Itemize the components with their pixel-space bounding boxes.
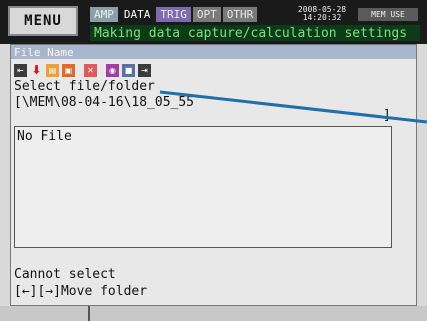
tag-icon[interactable]: ◉: [106, 63, 119, 77]
file-list[interactable]: No File: [14, 126, 392, 248]
bottom-strip: [0, 306, 427, 321]
device-screen: MENU AMP DATA TRIG OPT OTHR 2008-05-28 1…: [0, 0, 427, 321]
help-move-folder: [←][→]Move folder: [14, 284, 148, 299]
save-icon[interactable]: ▣: [62, 63, 75, 77]
mem-status-badge: MEM USE: [358, 8, 418, 21]
forward-folder-icon[interactable]: ⇥: [138, 63, 151, 77]
folder-icon[interactable]: ▤: [46, 63, 59, 77]
bottom-divider: [88, 306, 90, 321]
tab-trig[interactable]: TRIG: [156, 7, 191, 22]
delete-icon[interactable]: ✕: [84, 63, 97, 77]
tab-othr[interactable]: OTHR: [222, 7, 258, 22]
folder-path: [\MEM\08-04-16\18_05_55: [14, 95, 195, 110]
file-icon[interactable]: ■: [122, 63, 135, 77]
download-arrow-icon[interactable]: ⬇: [30, 63, 43, 77]
tab-data[interactable]: DATA: [119, 7, 155, 22]
file-toolbar: ⇤ ⬇ ▤ ▣ ✕ ◉ ■ ⇥: [14, 63, 151, 77]
tab-amp[interactable]: AMP: [90, 7, 118, 22]
folder-path-close: ]: [383, 108, 391, 123]
tab-bar: AMP DATA TRIG OPT OTHR: [90, 7, 258, 22]
back-folder-icon[interactable]: ⇤: [14, 63, 27, 77]
panel-title: File Name: [11, 45, 416, 59]
status-message: Making data capture/calculation settings: [90, 25, 420, 41]
time-text: 14:20:32: [302, 13, 342, 22]
menu-button[interactable]: MENU: [8, 6, 78, 36]
file-name-panel: File Name ⇤ ⬇ ▤ ▣ ✕ ◉ ■ ⇥ Select file/fo…: [10, 44, 417, 306]
select-prompt: Select file/folder: [14, 79, 155, 94]
tab-opt[interactable]: OPT: [192, 7, 221, 22]
datetime-display: 2008-05-28 14:20:32: [292, 6, 352, 22]
empty-list-message: No File: [17, 129, 72, 144]
help-cannot-select: Cannot select: [14, 267, 116, 282]
top-bar: MENU AMP DATA TRIG OPT OTHR 2008-05-28 1…: [0, 0, 427, 44]
